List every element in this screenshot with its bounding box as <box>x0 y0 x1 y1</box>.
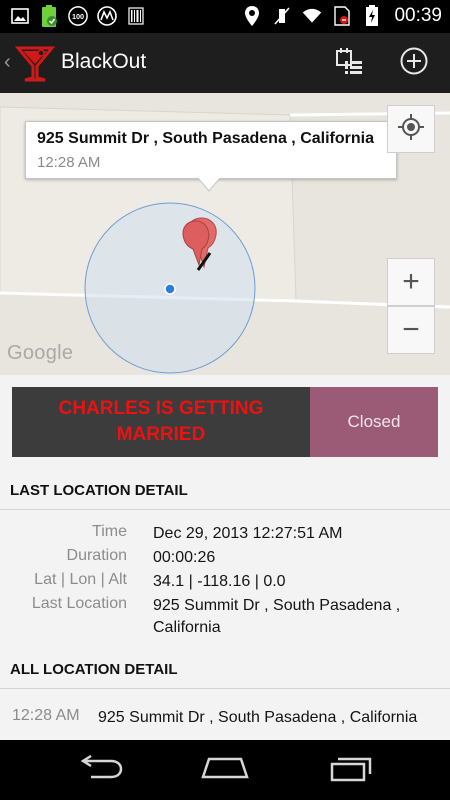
detail-row-time: Time Dec 29, 2013 12:27:51 AM <box>0 523 450 547</box>
calendar-list-button[interactable] <box>329 43 369 83</box>
barcode-icon <box>126 5 146 27</box>
screen: 100 00:39 ‹ BlackOut 925 Summit Dr , Sou… <box>0 0 450 800</box>
all-location-header: ALL LOCATION DETAIL <box>0 651 450 689</box>
info-time: 12:28 AM <box>37 154 101 171</box>
detail-row-duration: Duration 00:00:26 <box>0 547 450 571</box>
event-status-badge[interactable]: Closed <box>310 387 438 457</box>
recent-apps-button[interactable] <box>327 754 377 786</box>
detail-value: Dec 29, 2013 12:27:51 AM <box>153 525 343 542</box>
motorola-icon <box>97 5 117 27</box>
app-title: BlackOut <box>61 50 147 73</box>
navigation-bar <box>0 740 450 800</box>
detail-label: Lat | Lon | Alt <box>34 571 127 588</box>
detail-value: 00:00:26 <box>153 549 216 566</box>
svg-text:100: 100 <box>72 12 84 21</box>
no-sim-icon <box>332 5 352 27</box>
location-address: 925 Summit Dr , South Pasadena , Califor… <box>98 709 418 726</box>
google-attribution: Google <box>7 342 74 364</box>
detail-value: 34.1 | -118.16 | 0.0 <box>153 573 286 590</box>
detail-label: Duration <box>66 547 127 564</box>
marker-info-window[interactable]: 925 Summit Dr , South Pasadena , Califor… <box>25 121 397 179</box>
location-icon <box>242 5 262 27</box>
zoom-in-button[interactable]: + <box>387 258 435 306</box>
info-address: 925 Summit Dr , South Pasadena , Califor… <box>37 130 374 147</box>
my-location-button[interactable] <box>387 105 435 153</box>
info-window-tail <box>198 178 220 192</box>
app-100-icon: 100 <box>68 5 88 27</box>
status-bar: 100 00:39 <box>0 0 450 33</box>
location-time: 12:28 AM <box>12 707 80 724</box>
event-banner[interactable]: CHARLES IS GETTING MARRIED Closed <box>12 387 438 457</box>
detail-row-last-location: Last Location 925 Summit Dr , South Pasa… <box>0 595 450 641</box>
cocktail-logo-icon[interactable] <box>14 42 56 84</box>
detail-label: Time <box>92 523 127 540</box>
image-icon <box>10 5 30 27</box>
map-view[interactable]: 925 Summit Dr , South Pasadena , Califor… <box>0 93 450 375</box>
mute-icon <box>272 5 292 27</box>
event-title: CHARLES IS GETTING MARRIED <box>58 398 264 445</box>
add-circle-icon <box>399 46 429 81</box>
action-bar: ‹ BlackOut <box>0 33 450 93</box>
battery-icon <box>39 5 59 27</box>
add-button[interactable] <box>394 43 434 83</box>
home-button[interactable] <box>200 754 250 786</box>
back-button[interactable] <box>75 754 125 786</box>
calendar-list-icon <box>334 46 364 81</box>
clock: 00:39 <box>394 5 442 26</box>
last-location-details: Time Dec 29, 2013 12:27:51 AM Duration 0… <box>0 523 450 641</box>
detail-value: 925 Summit Dr , South Pasadena , Califor… <box>153 597 401 636</box>
chevron-left-icon[interactable]: ‹ <box>4 51 11 73</box>
back-arrow-icon <box>77 754 123 786</box>
zoom-out-button[interactable]: − <box>387 306 435 354</box>
detail-label: Last Location <box>31 595 127 612</box>
wifi-icon <box>302 5 322 27</box>
detail-row-coordinates: Lat | Lon | Alt 34.1 | -118.16 | 0.0 <box>0 571 450 595</box>
crosshair-icon <box>397 113 425 146</box>
home-icon <box>201 756 249 785</box>
last-location-header: LAST LOCATION DETAIL <box>0 472 450 510</box>
battery-charging-icon <box>362 5 382 27</box>
recent-apps-icon <box>330 754 374 787</box>
